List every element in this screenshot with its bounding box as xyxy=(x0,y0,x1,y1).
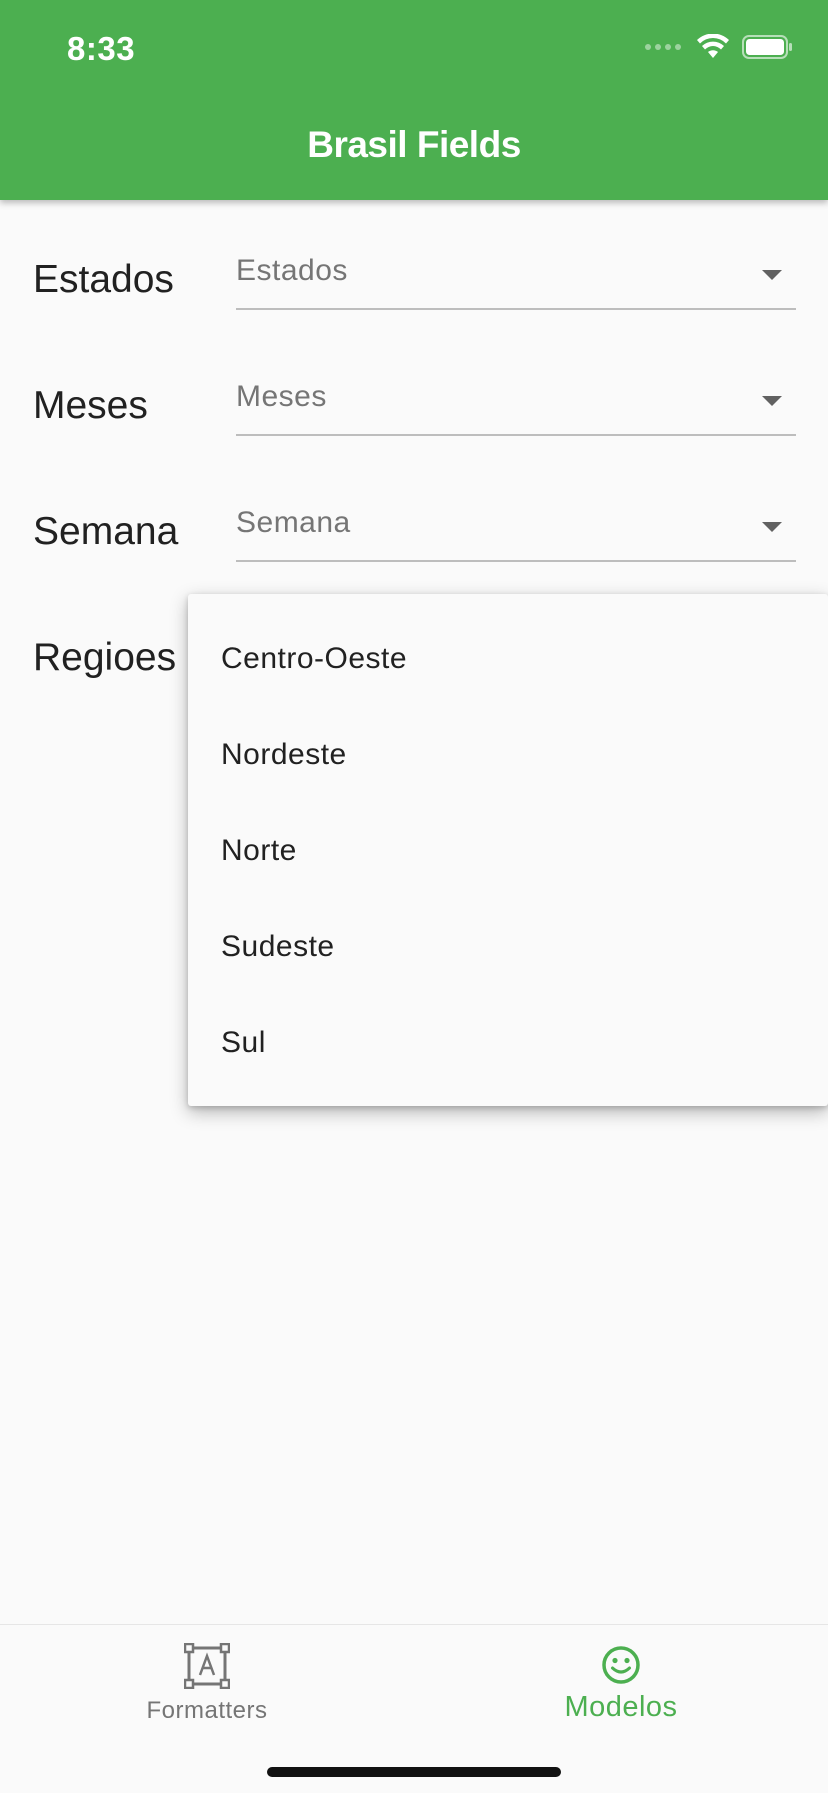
dropdown-hint: Semana xyxy=(236,506,351,539)
dropdown-hint: Estados xyxy=(236,254,348,287)
tab-formatters[interactable]: Formatters xyxy=(0,1625,414,1745)
regioes-dropdown-menu: Centro-Oeste Nordeste Norte Sudeste Sul xyxy=(188,594,828,1106)
form-row-semana: Semana Semana xyxy=(0,476,828,586)
estados-dropdown[interactable]: Estados xyxy=(236,224,796,310)
status-icons xyxy=(644,34,794,60)
cellular-signal-icon xyxy=(645,44,681,50)
form-label: Regioes xyxy=(33,636,177,679)
battery-icon xyxy=(742,35,792,59)
dropdown-arrow-icon xyxy=(762,396,782,406)
meses-dropdown[interactable]: Meses xyxy=(236,350,796,436)
menu-item-label: Sul xyxy=(221,1026,266,1059)
semana-dropdown[interactable]: Semana xyxy=(236,476,796,562)
tab-label: Formatters xyxy=(146,1697,268,1724)
app-title: Brasil Fields xyxy=(307,124,521,165)
status-time: 8:33 xyxy=(67,30,136,67)
tab-modelos[interactable]: Modelos xyxy=(414,1625,828,1745)
form-row-estados: Estados Estados xyxy=(0,224,828,334)
smiley-icon xyxy=(602,1646,640,1684)
form-label: Estados xyxy=(33,258,174,301)
menu-item-nordeste[interactable]: Nordeste xyxy=(188,706,828,802)
menu-item-label: Centro-Oeste xyxy=(221,642,408,675)
form-label: Meses xyxy=(33,384,148,427)
dropdown-hint: Meses xyxy=(236,380,327,413)
dropdown-arrow-icon xyxy=(762,270,782,280)
menu-item-centro-oeste[interactable]: Centro-Oeste xyxy=(188,610,828,706)
app-bar: 8:33 Brasil Fields xyxy=(0,0,828,200)
form-label: Semana xyxy=(33,510,179,553)
wifi-icon xyxy=(697,34,729,58)
menu-item-norte[interactable]: Norte xyxy=(188,802,828,898)
text-frame-icon xyxy=(184,1643,230,1689)
menu-item-label: Norte xyxy=(221,834,297,867)
form-row-meses: Meses Meses xyxy=(0,350,828,460)
menu-item-label: Sudeste xyxy=(221,930,335,963)
tab-label: Modelos xyxy=(564,1691,678,1723)
menu-item-label: Nordeste xyxy=(221,738,347,771)
menu-item-sudeste[interactable]: Sudeste xyxy=(188,898,828,994)
home-indicator[interactable] xyxy=(267,1767,561,1777)
menu-item-sul[interactable]: Sul xyxy=(188,994,828,1090)
dropdown-arrow-icon xyxy=(762,522,782,532)
